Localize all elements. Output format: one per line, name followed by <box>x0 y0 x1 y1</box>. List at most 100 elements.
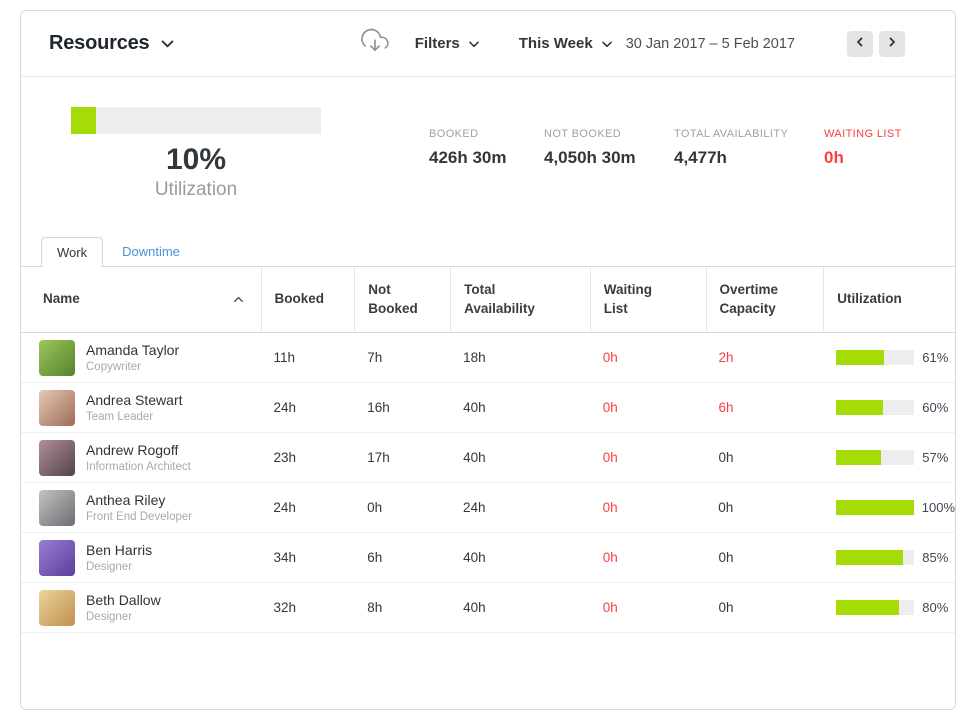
utilization-bar <box>836 500 914 515</box>
utilization-bar-fill <box>836 400 883 415</box>
avatar <box>39 390 75 426</box>
utilization-bar <box>836 550 914 565</box>
summary-stat: NOT BOOKED 4,050h 30m <box>544 128 674 237</box>
utilization-label: Utilization <box>71 179 321 201</box>
utilization-percent-text: 61% <box>922 350 948 365</box>
column-header-total-availability[interactable]: Total Availability <box>450 267 590 332</box>
table-row[interactable]: Anthea Riley Front End Developer 24h 0h … <box>21 483 955 533</box>
waiting-list-cell: 0h <box>590 550 706 565</box>
chevron-down-icon <box>467 37 481 51</box>
person-cell: Andrea Stewart Team Leader <box>21 390 260 426</box>
person-role: Copywriter <box>86 361 179 373</box>
person-name: Anthea Riley <box>86 492 192 508</box>
summary-stat: BOOKED 426h 30m <box>429 128 544 237</box>
utilization-percent-text: 57% <box>922 450 948 465</box>
utilization-gauge: 10% Utilization <box>71 107 321 237</box>
utilization-bar <box>836 450 914 465</box>
waiting-list-cell: 0h <box>590 450 706 465</box>
date-range: 30 Jan 2017 – 5 Feb 2017 <box>626 36 795 52</box>
not-booked-cell: 0h <box>354 500 450 515</box>
utilization-cell: 80% <box>823 600 955 615</box>
waiting-list-cell: 0h <box>590 400 706 415</box>
not-booked-cell: 7h <box>354 350 450 365</box>
filters-label: Filters <box>415 35 460 52</box>
period-label: This Week <box>519 35 593 52</box>
total-availability-cell: 40h <box>450 450 590 465</box>
summary-stat: WAITING LIST 0h <box>824 128 955 237</box>
person-cell: Andrew Rogoff Information Architect <box>21 440 260 476</box>
not-booked-cell: 8h <box>354 600 450 615</box>
overtime-capacity-cell: 0h <box>706 550 824 565</box>
table-row[interactable]: Andrea Stewart Team Leader 24h 16h 40h 0… <box>21 383 955 433</box>
total-availability-cell: 40h <box>450 600 590 615</box>
table-row[interactable]: Andrew Rogoff Information Architect 23h … <box>21 433 955 483</box>
stat-label: WAITING LIST <box>824 128 955 140</box>
booked-cell: 11h <box>260 350 354 365</box>
stat-value: 4,050h 30m <box>544 148 674 168</box>
person-name: Andrew Rogoff <box>86 442 191 458</box>
person-cell: Ben Harris Designer <box>21 540 260 576</box>
total-availability-cell: 40h <box>450 550 590 565</box>
booked-cell: 32h <box>260 600 354 615</box>
column-header-not-booked[interactable]: Not Booked <box>354 267 450 332</box>
filters-dropdown[interactable]: Filters <box>415 35 481 52</box>
person-cell: Amanda Taylor Copywriter <box>21 340 260 376</box>
stat-value: 4,477h <box>674 148 824 168</box>
period-dropdown[interactable]: This Week <box>519 35 614 52</box>
next-week-button[interactable] <box>879 31 905 57</box>
overtime-capacity-cell: 0h <box>706 600 824 615</box>
avatar <box>39 340 75 376</box>
column-header-utilization[interactable]: Utilization <box>823 267 955 332</box>
table-row[interactable]: Ben Harris Designer 34h 6h 40h 0h 0h 85% <box>21 533 955 583</box>
column-header-name[interactable]: Name <box>21 267 261 332</box>
avatar <box>39 540 75 576</box>
person-role: Team Leader <box>86 411 183 423</box>
booked-cell: 24h <box>260 500 354 515</box>
total-availability-cell: 40h <box>450 400 590 415</box>
avatar <box>39 590 75 626</box>
overtime-capacity-cell: 0h <box>705 500 823 515</box>
column-header-waiting-list[interactable]: Waiting List <box>590 267 706 332</box>
tab-downtime[interactable]: Downtime <box>107 238 195 266</box>
utilization-cell: 60% <box>823 400 955 415</box>
utilization-progress-bar <box>71 107 321 134</box>
utilization-progress-fill <box>71 107 96 134</box>
column-header-overtime-capacity[interactable]: Overtime Capacity <box>706 267 824 332</box>
utilization-cell: 100% <box>823 500 955 515</box>
utilization-percent: 10% <box>71 143 321 177</box>
avatar <box>39 490 75 526</box>
not-booked-cell: 16h <box>354 400 450 415</box>
summary-section: 10% Utilization BOOKED 426h 30m NOT BOOK… <box>21 77 955 237</box>
tab-bar: Work Downtime <box>21 237 955 267</box>
person-role: Front End Developer <box>86 511 192 523</box>
table-body: Amanda Taylor Copywriter 11h 7h 18h 0h 2… <box>21 333 955 633</box>
overtime-capacity-cell: 2h <box>706 350 824 365</box>
topbar-actions: Filters This Week 30 Jan 2017 – 5 Feb 20… <box>361 28 931 59</box>
report-type-dropdown[interactable]: Resources <box>49 32 176 55</box>
stat-label: NOT BOOKED <box>544 128 674 140</box>
not-booked-cell: 6h <box>354 550 450 565</box>
overtime-capacity-cell: 6h <box>706 400 824 415</box>
column-header-booked[interactable]: Booked <box>261 267 355 332</box>
utilization-bar <box>836 600 914 615</box>
tab-work[interactable]: Work <box>41 237 103 267</box>
utilization-percent-text: 85% <box>922 550 948 565</box>
summary-stats: BOOKED 426h 30m NOT BOOKED 4,050h 30m TO… <box>429 107 955 237</box>
utilization-bar-fill <box>836 550 902 565</box>
person-name: Beth Dallow <box>86 592 161 608</box>
utilization-percent-text: 80% <box>922 600 948 615</box>
table-row[interactable]: Amanda Taylor Copywriter 11h 7h 18h 0h 2… <box>21 333 955 383</box>
utilization-bar <box>836 350 914 365</box>
page-title: Resources <box>49 32 149 55</box>
table-row[interactable]: Beth Dallow Designer 32h 8h 40h 0h 0h 80… <box>21 583 955 633</box>
export-download-button[interactable] <box>361 28 389 59</box>
utilization-cell: 61% <box>823 350 955 365</box>
waiting-list-cell: 0h <box>590 350 706 365</box>
waiting-list-cell: 0h <box>590 500 706 515</box>
prev-week-button[interactable] <box>847 31 873 57</box>
utilization-bar-fill <box>836 500 914 515</box>
booked-cell: 24h <box>260 400 354 415</box>
stat-label: BOOKED <box>429 128 544 140</box>
sort-asc-icon <box>232 293 245 306</box>
utilization-bar <box>836 400 914 415</box>
